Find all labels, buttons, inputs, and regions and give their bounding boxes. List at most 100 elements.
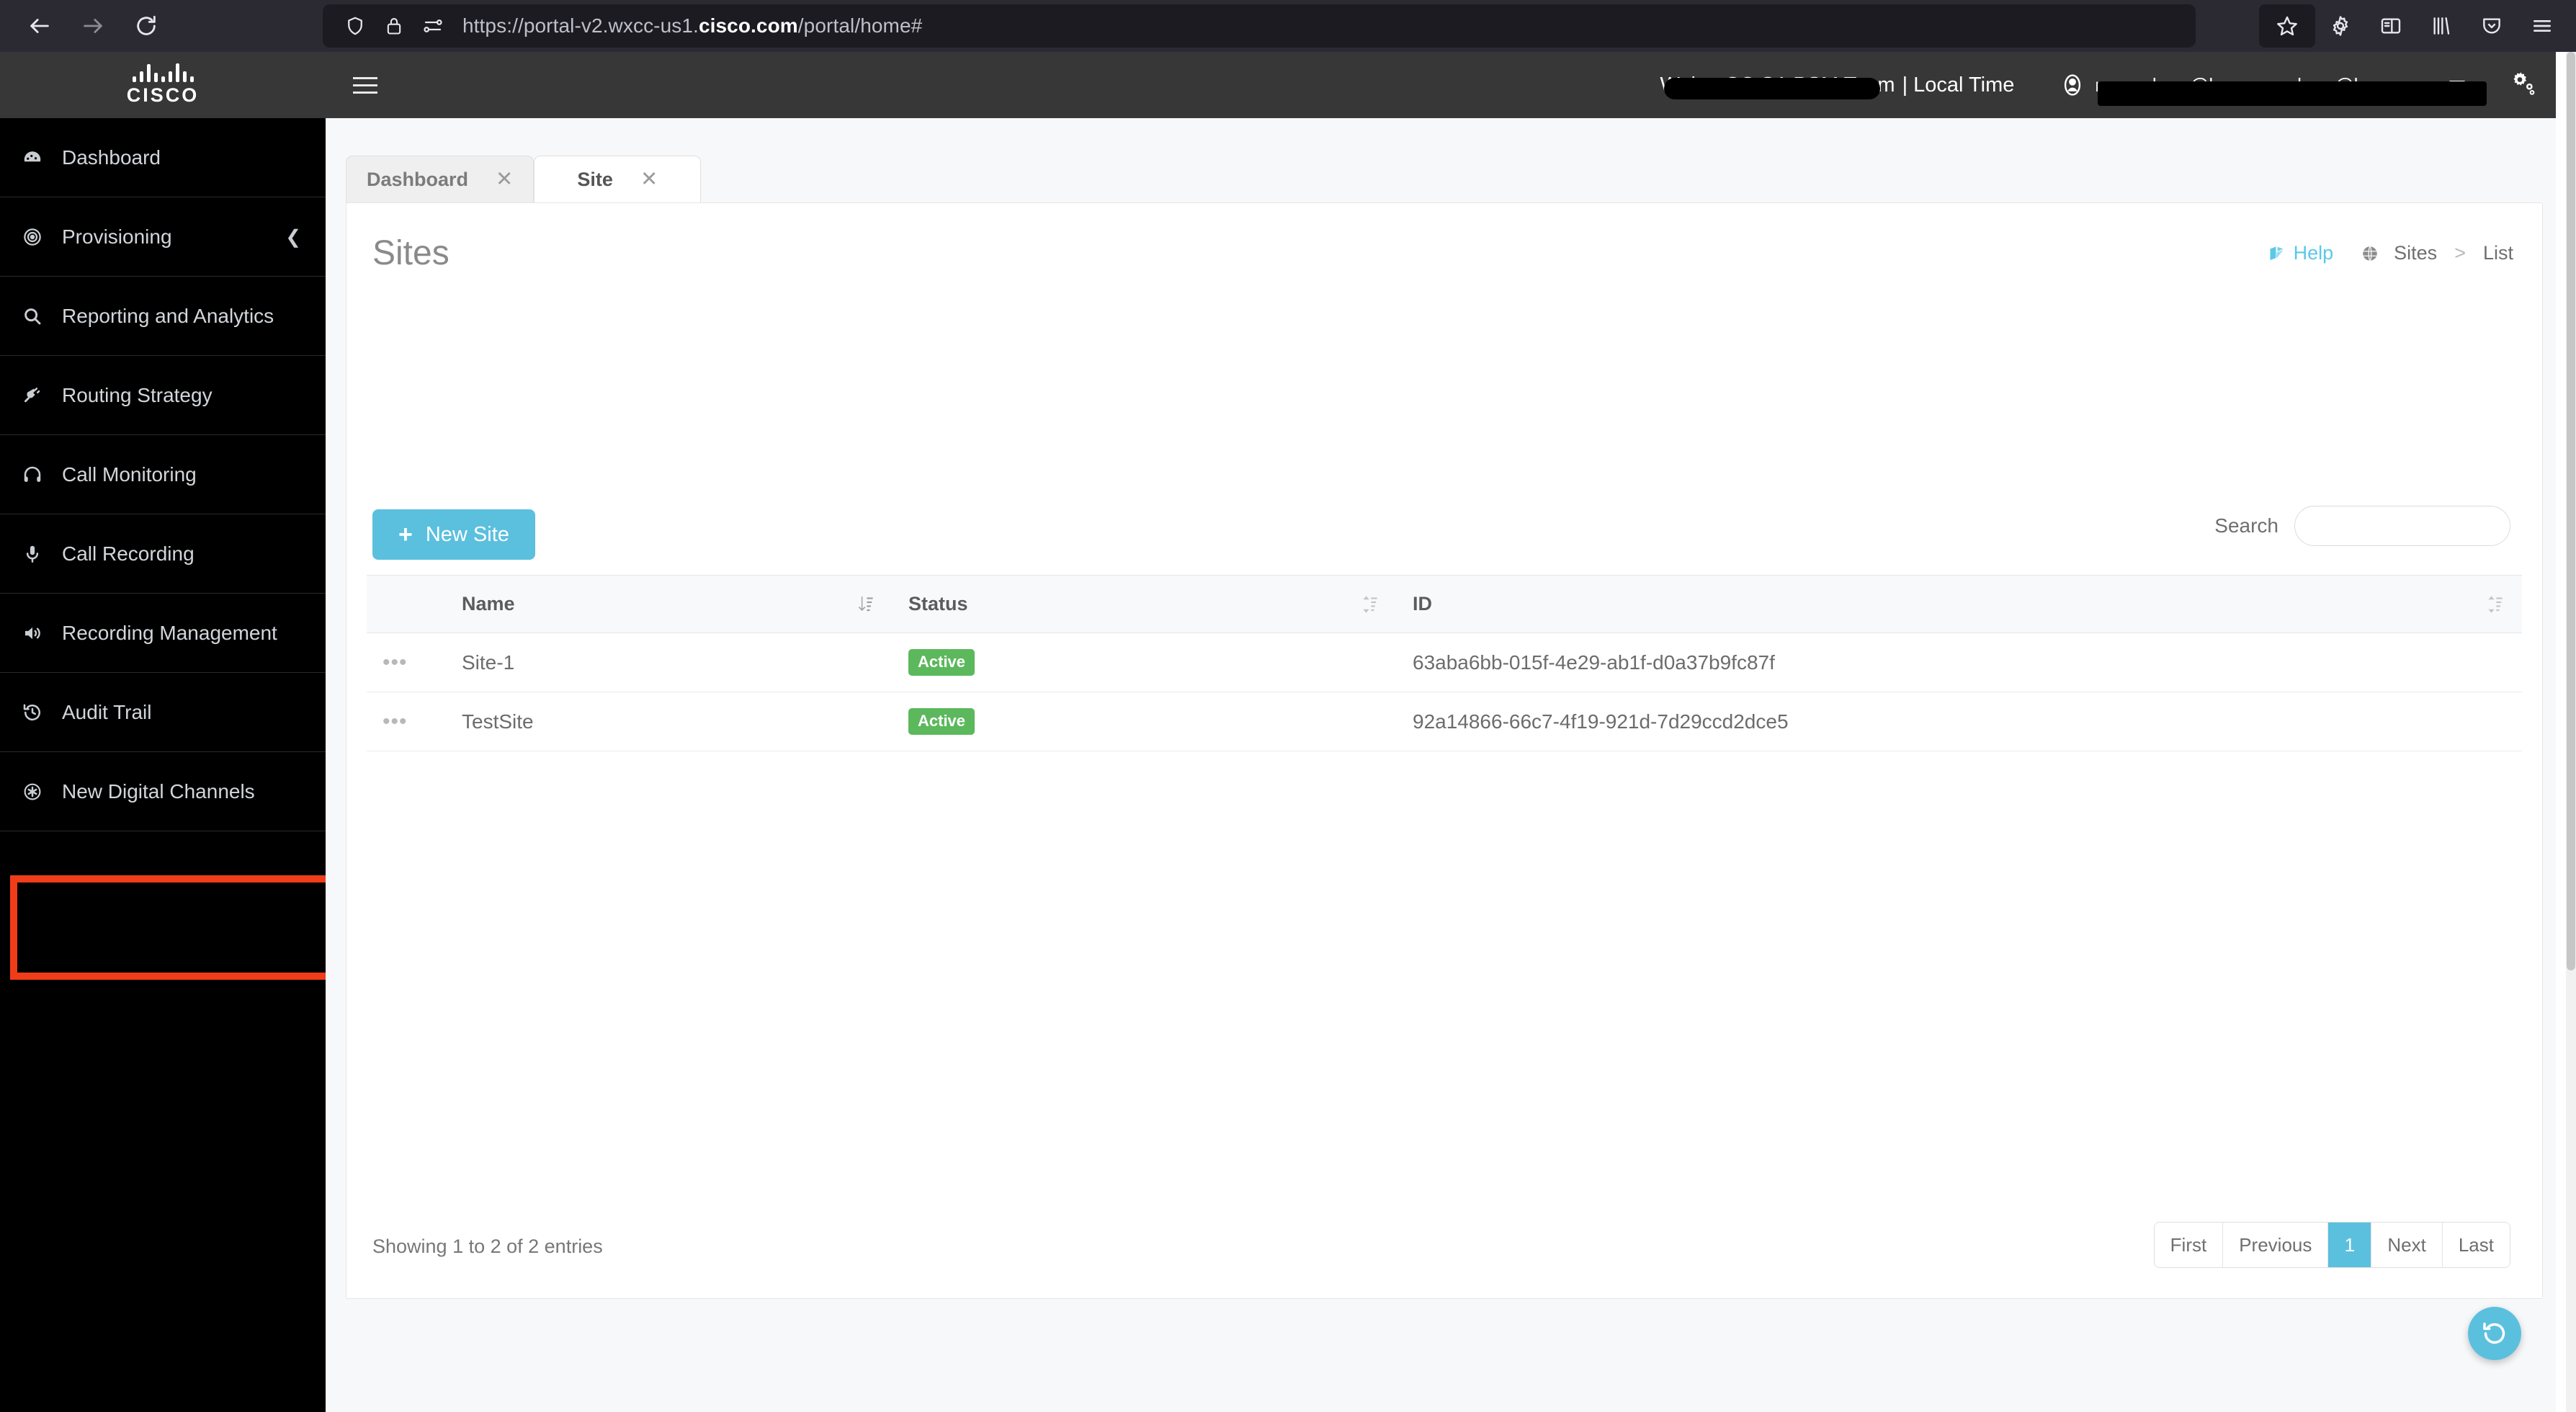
pagination-previous[interactable]: Previous [2223,1223,2329,1267]
extensions-button[interactable] [2315,4,2366,48]
cisco-logo[interactable]: CISCO [0,52,326,118]
sidebar-item-reporting-and-analytics[interactable]: Reporting and Analytics [0,277,326,356]
user-menu[interactable]: name_here@here.com_here@here.com [2060,73,2487,106]
column-header-id[interactable]: ID [1397,575,2522,633]
help-label: Help [2293,242,2334,264]
back-arrow-icon [30,19,49,33]
url-suffix: /portal/home# [797,14,923,37]
help-link[interactable]: Help [2267,242,2334,264]
pagination-next[interactable]: Next [2371,1223,2443,1267]
refresh-button[interactable] [2468,1307,2521,1360]
admin-settings-button[interactable] [2508,69,2537,102]
sidebar-item-routing-strategy[interactable]: Routing Strategy [0,356,326,435]
row-actions-icon[interactable]: ••• [383,651,408,673]
extensions-gear-icon [2333,16,2348,36]
lock-icon[interactable] [375,6,413,45]
column-label: Status [908,593,968,615]
local-time-label: | Local Time [1902,73,2015,97]
pagination-first[interactable]: First [2154,1223,2224,1267]
app-menu-icon [2533,20,2551,32]
tab-dashboard[interactable]: Dashboard ✕ [346,156,535,203]
app-menu-button[interactable] [2517,4,2567,48]
page-settings-icon[interactable] [413,6,452,45]
sidebar-item-label: Reporting and Analytics [62,304,274,327]
search-input[interactable] [2294,506,2510,546]
browser-toolbar-actions [2259,4,2567,48]
speaker-volume-icon [22,622,56,644]
table-row[interactable]: ••• Site-1 Active 63aba6bb-015f-4e29-ab1… [367,633,2522,692]
sidebar-item-label: Call Recording [62,542,194,565]
cell-id: 63aba6bb-015f-4e29-ab1f-d0a37b9fc87f [1397,633,2522,692]
status-badge: Active [908,649,975,676]
sidebar-item-provisioning[interactable]: Provisioning ❮ [0,197,326,277]
close-icon[interactable]: ✕ [640,169,658,190]
sidebar-item-call-monitoring[interactable]: Call Monitoring [0,435,326,514]
browser-nav-buttons [13,6,173,46]
table-head: Name Status ID [367,575,2522,633]
cell-id: 92a14866-66c7-4f19-921d-7d29ccd2dce5 [1397,692,2522,751]
sidebar-item-recording-management[interactable]: Recording Management [0,594,326,673]
refresh-history-icon [2483,1322,2505,1344]
column-header-actions [367,575,446,633]
shield-icon[interactable] [336,6,375,45]
library-icon [2433,17,2450,35]
sidebar-item-new-digital-channels[interactable]: New Digital Channels [0,752,326,831]
breadcrumb-sites[interactable]: Sites [2394,242,2437,264]
globe-icon [2361,244,2379,263]
page-scrollbar[interactable] [2566,52,2576,1412]
column-label: Name [462,593,515,615]
page-scroll-gutter [2556,52,2566,1412]
url-text: https://portal-v2.wxcc-us1.cisco.com/por… [462,14,922,37]
sidebar-item-label: Provisioning [62,225,172,248]
column-label: ID [1413,593,1432,615]
sites-panel: Sites Help Sites > List + New Site Searc… [346,202,2543,1299]
close-icon[interactable]: ✕ [496,169,513,190]
main-content: Dashboard ✕ Site ✕ Sites Help Sites > Li… [326,118,2566,1412]
column-header-status[interactable]: Status [893,575,1397,633]
scrollbar-thumb[interactable] [2567,52,2575,970]
library-button[interactable] [2416,4,2467,48]
reload-button[interactable] [120,6,173,46]
new-site-button[interactable]: + New Site [372,509,535,560]
row-actions-icon[interactable]: ••• [383,710,408,732]
sidebar-button[interactable] [2366,4,2416,48]
menu-icon[interactable] [353,69,385,101]
sidebar-item-label: Recording Management [62,621,277,644]
sort-desc-icon[interactable] [858,594,874,615]
pagination-last[interactable]: Last [2442,1223,2510,1267]
new-site-label: New Site [425,522,509,546]
sidebar-item-audit-trail[interactable]: Audit Trail [0,673,326,752]
highlight-annotation-box [10,875,334,980]
target-circles-icon [22,226,56,248]
tenant-redaction [1664,77,1881,99]
address-bar[interactable]: https://portal-v2.wxcc-us1.cisco.com/por… [323,4,2196,48]
search-label: Search [2214,514,2278,537]
sidebar-item-dashboard[interactable]: Dashboard [0,118,326,197]
tab-label: Site [577,169,613,190]
pocket-button[interactable] [2467,4,2517,48]
bookmark-button[interactable] [2259,4,2315,48]
forward-button[interactable] [66,6,120,46]
column-header-name[interactable]: Name [446,575,893,633]
url-prefix: https://portal-v2.wxcc-us1. [462,14,699,37]
cisco-bars-icon [132,63,194,82]
tab-site[interactable]: Site ✕ [534,156,702,203]
sidebar-item-label: Routing Strategy [62,383,213,406]
pagination: First Previous 1 Next Last [2153,1222,2510,1268]
pagination-page-1[interactable]: 1 [2328,1223,2372,1267]
header-right-group: WebexCC SA PSM Team | Local Time name_he… [1660,52,2576,118]
row-actions-cell[interactable]: ••• [367,692,446,751]
sort-icon[interactable] [2487,594,2503,615]
sort-icon[interactable] [1362,594,1378,615]
bookmark-star-icon [2277,16,2297,36]
back-button[interactable] [13,6,66,46]
row-actions-cell[interactable]: ••• [367,633,446,692]
cell-status: Active [893,633,1397,692]
admin-settings-gear-icon [2513,71,2535,95]
sidebar: Dashboard Provisioning ❮ Reporting and A… [0,118,334,1412]
sidebar-item-call-recording[interactable]: Call Recording [0,514,326,594]
table-row[interactable]: ••• TestSite Active 92a14866-66c7-4f19-9… [367,692,2522,751]
chevron-left-icon[interactable]: ❮ [285,225,301,248]
search-magnifier-icon [22,305,56,327]
headset-icon [22,464,56,486]
